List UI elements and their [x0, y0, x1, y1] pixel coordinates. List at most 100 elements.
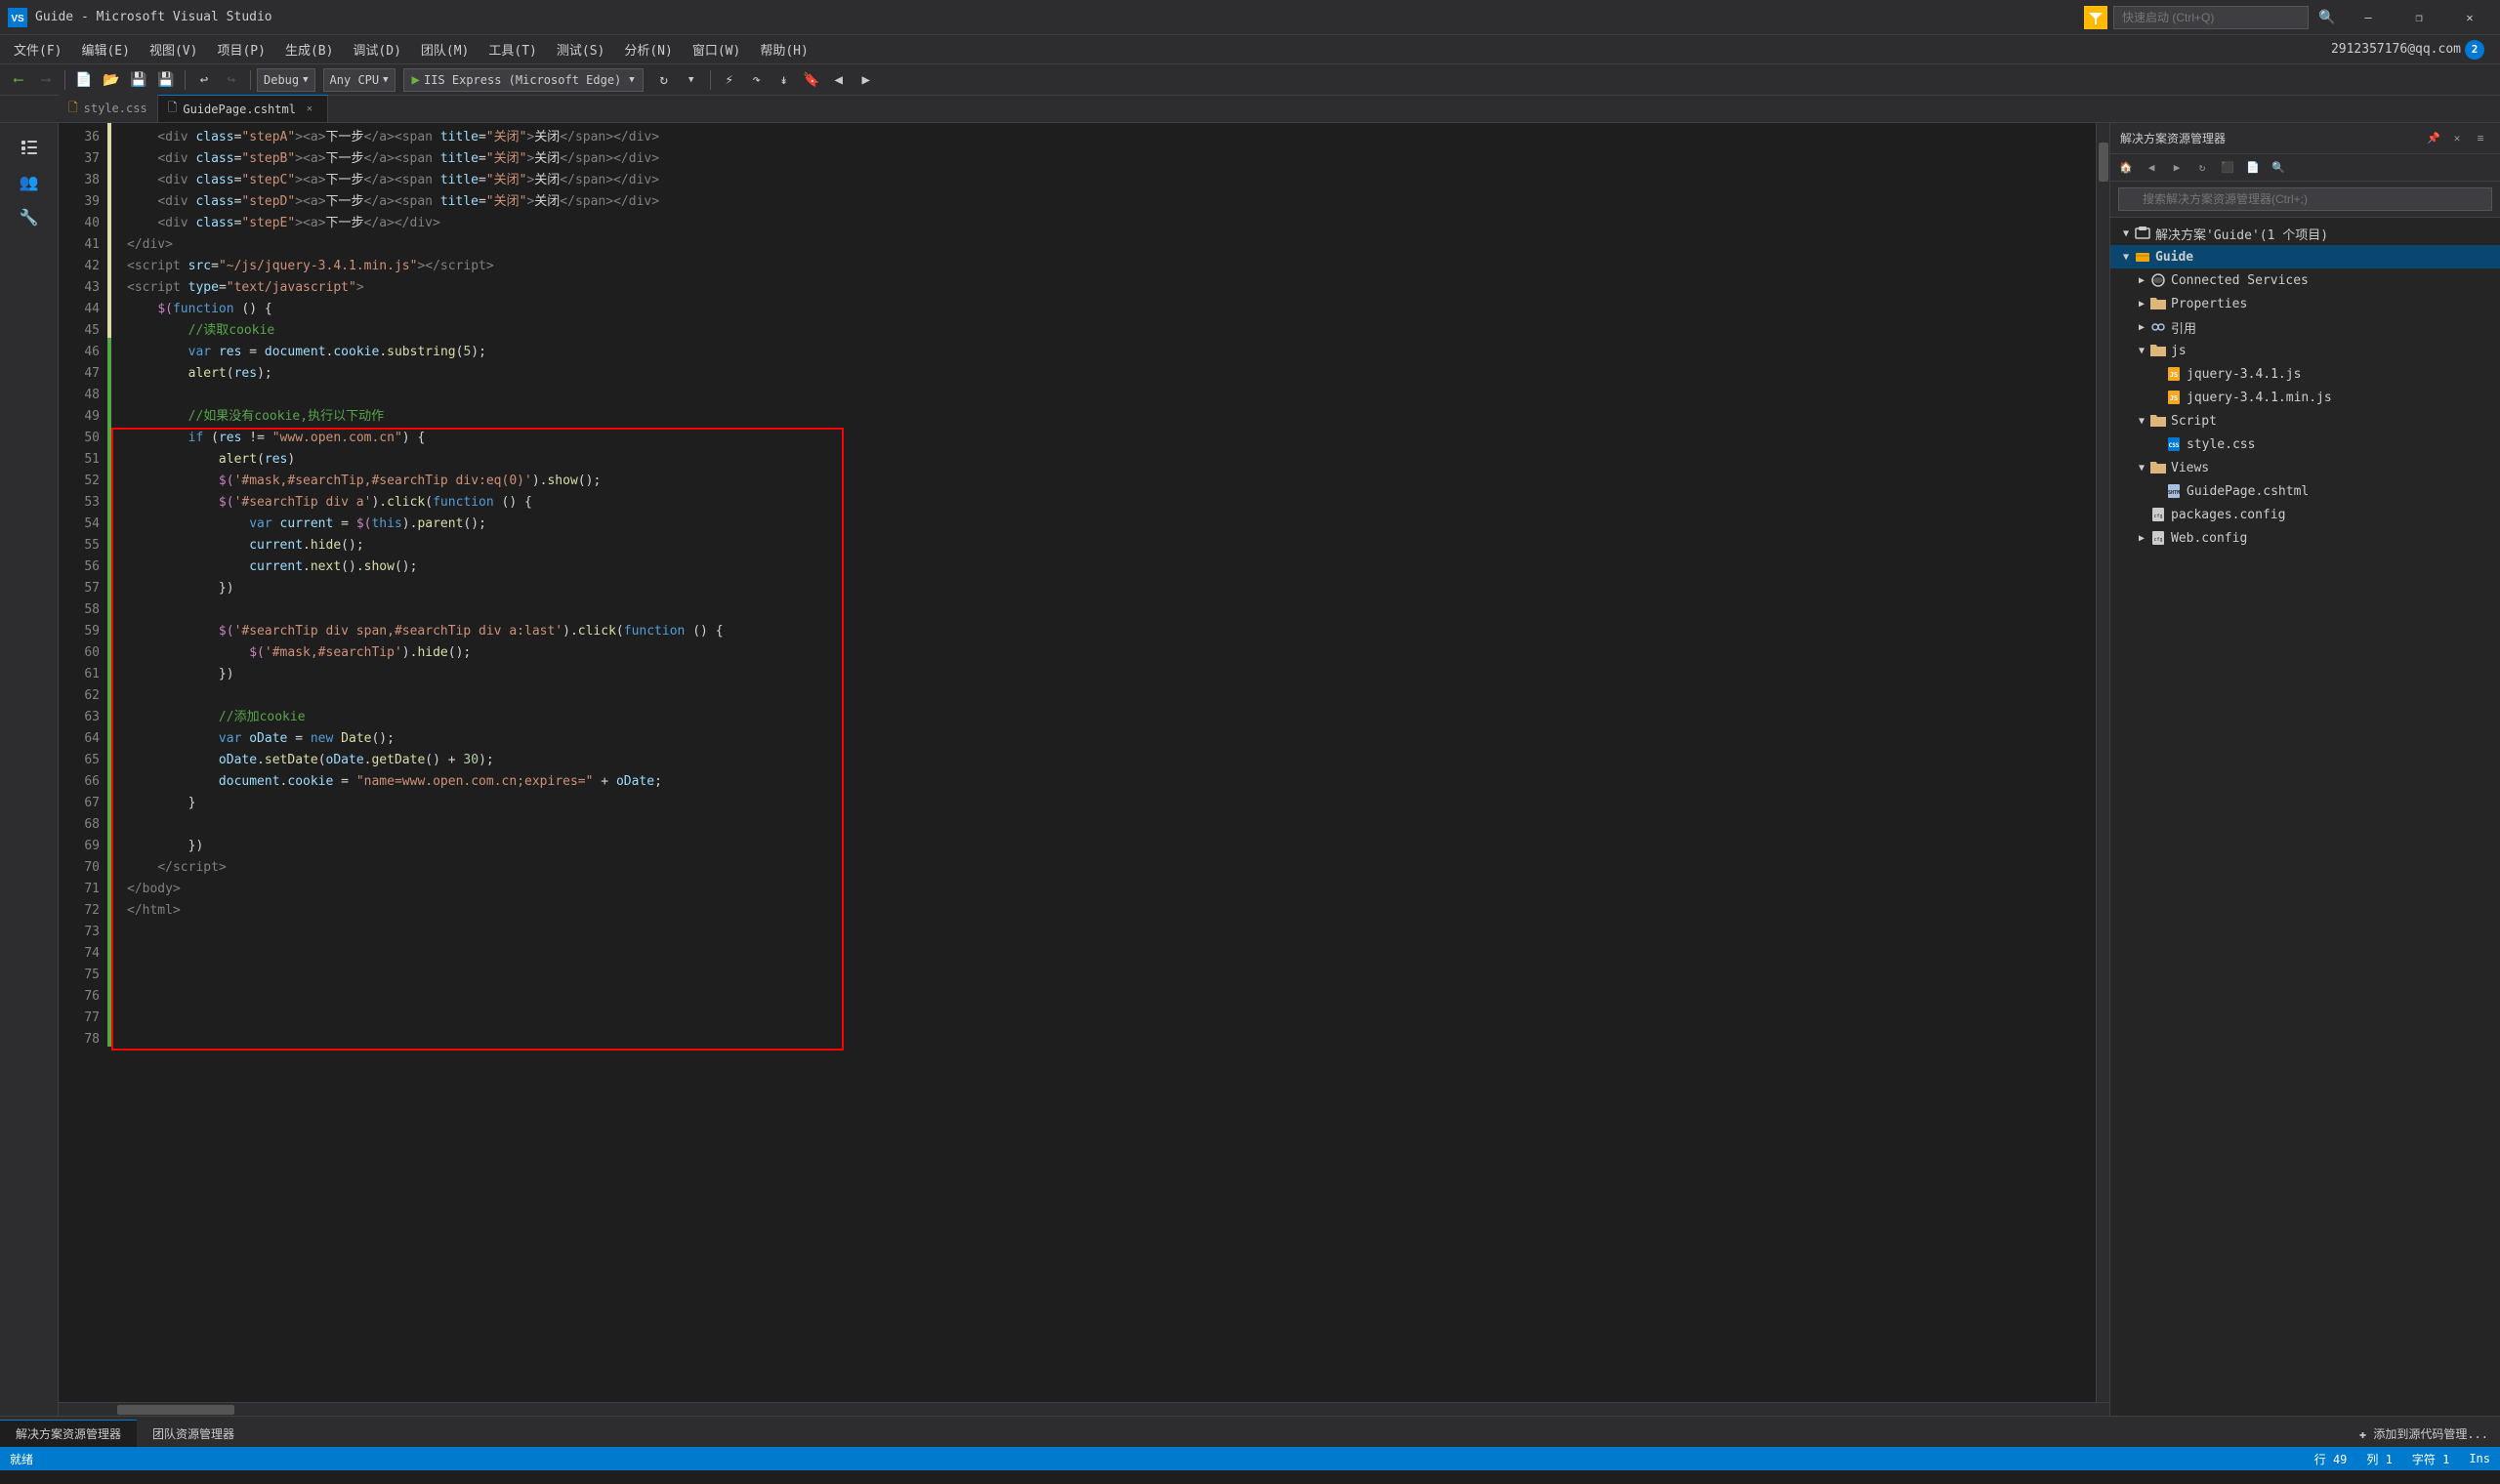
menu-build[interactable]: 生成(B)	[275, 35, 343, 64]
col-indicator: 列 1	[2366, 1451, 2392, 1467]
separator2	[185, 70, 186, 90]
views-folder-arrow: ▼	[2134, 463, 2149, 474]
code-area[interactable]: 36 37 38 39 40 41 42 43 44 45 46 47 48 4…	[59, 123, 2109, 1402]
tree-jquery-min-js[interactable]: ▶ JS jquery-3.4.1.min.js	[2110, 386, 2500, 409]
jquery-min-js-label: jquery-3.4.1.min.js	[2187, 391, 2332, 405]
solution-explorer-title: 解决方案资源管理器	[2120, 130, 2226, 146]
home-icon[interactable]: 🏠	[2114, 156, 2138, 180]
main-layout: 👥 🔧 36 37 38 39 40 41 42 43 44 45 46 47 …	[0, 123, 2500, 1416]
jquery-js-label: jquery-3.4.1.js	[2187, 367, 2301, 382]
tab-guide-page[interactable]: 🗋 GuidePage.cshtml ✕	[158, 95, 328, 122]
undo-icon[interactable]: ↩	[191, 67, 217, 93]
svg-text:CSS: CSS	[2169, 442, 2180, 449]
run-dropdown-arrow: ▼	[629, 75, 634, 85]
attach-icon[interactable]: ⚡	[717, 67, 742, 93]
tree-jquery-js[interactable]: ▶ JS jquery-3.4.1.js	[2110, 362, 2500, 386]
debug-config-dropdown[interactable]: Debug ▼	[257, 68, 315, 92]
horizontal-scrollbar[interactable]	[59, 1402, 2109, 1416]
menu-analyze[interactable]: 分析(N)	[614, 35, 682, 64]
properties-icon[interactable]: 🔧	[14, 201, 45, 232]
menu-tools[interactable]: 工具(T)	[479, 35, 546, 64]
h-scrollbar-thumb[interactable]	[117, 1405, 234, 1415]
tree-js-folder[interactable]: ▼ js	[2110, 339, 2500, 362]
refresh-tree-icon[interactable]: ↻	[2190, 156, 2214, 180]
team-explorer-icon[interactable]: 👥	[14, 166, 45, 197]
redo-icon[interactable]: ↪	[219, 67, 244, 93]
step-over-icon[interactable]: ↷	[744, 67, 770, 93]
solution-explorer-icon[interactable]	[14, 131, 45, 162]
tree-solution[interactable]: ▼ 解决方案'Guide'(1 个项目)	[2110, 222, 2500, 245]
tree-views-folder[interactable]: ▼ Views	[2110, 456, 2500, 479]
dropdown-arrow2: ▼	[383, 75, 388, 85]
panel-tools: 📌 ✕ ≡	[2424, 129, 2490, 148]
refresh-icon[interactable]: ↻	[651, 67, 677, 93]
team-explorer-tab[interactable]: 团队资源管理器	[137, 1420, 250, 1447]
tree-packages-config[interactable]: ▶ cfg packages.config	[2110, 503, 2500, 526]
script-folder-arrow: ▼	[2134, 416, 2149, 427]
add-source-control[interactable]: ✚ 添加到源代码管理...	[2348, 1420, 2500, 1447]
back-icon[interactable]: ⟵	[6, 67, 31, 93]
save-icon[interactable]: 💾	[126, 67, 151, 93]
quick-launch-input[interactable]	[2113, 6, 2309, 29]
tree-connected-services[interactable]: ▶ Connected Services	[2110, 268, 2500, 292]
user-account[interactable]: 2912357176@qq.com 2	[2319, 40, 2496, 60]
prev-bookmark-icon[interactable]: ◀	[826, 67, 852, 93]
web-config-expand: ▶	[2134, 533, 2149, 544]
tree-properties[interactable]: ▶ Properties	[2110, 292, 2500, 315]
tree-references[interactable]: ▶ 引用	[2110, 315, 2500, 339]
packages-config-label: packages.config	[2171, 508, 2285, 522]
pin-icon[interactable]: 📌	[2424, 129, 2443, 148]
menu-file[interactable]: 文件(F)	[4, 35, 71, 64]
run-button[interactable]: ▶ IIS Express (Microsoft Edge) ▼	[403, 68, 644, 92]
menu-team[interactable]: 团队(M)	[411, 35, 479, 64]
restore-button[interactable]: ❐	[2396, 0, 2441, 35]
vertical-scrollbar[interactable]	[2096, 123, 2109, 1402]
cpu-config-dropdown[interactable]: Any CPU ▼	[323, 68, 396, 92]
tab-style-css-icon: 🗋	[68, 99, 78, 119]
menu-window[interactable]: 窗口(W)	[683, 35, 750, 64]
tab-style-css[interactable]: 🗋 style.css	[59, 95, 158, 122]
collapse-icon[interactable]: ⬛	[2216, 156, 2239, 180]
title-bar: VS Guide - Microsoft Visual Studio 🔍 — ❐…	[0, 0, 2500, 35]
solution-explorer-tab[interactable]: 解决方案资源管理器	[0, 1420, 137, 1447]
tree-script-folder[interactable]: ▼ Script	[2110, 409, 2500, 433]
tree-guide-page[interactable]: ▶ CSHTML GuidePage.cshtml	[2110, 479, 2500, 503]
show-files-icon[interactable]: 📄	[2241, 156, 2265, 180]
solution-icon	[2134, 225, 2151, 242]
tree-project[interactable]: ▼ Guide	[2110, 245, 2500, 268]
menu-project[interactable]: 项目(P)	[207, 35, 274, 64]
filter-tree-icon[interactable]: 🔍	[2267, 156, 2290, 180]
open-file-icon[interactable]: 📂	[99, 67, 124, 93]
minimize-button[interactable]: —	[2346, 0, 2391, 35]
tree-style-css[interactable]: ▶ CSS style.css	[2110, 433, 2500, 456]
menu-debug[interactable]: 调试(D)	[343, 35, 410, 64]
bottom-tabs: 解决方案资源管理器 团队资源管理器 ✚ 添加到源代码管理...	[0, 1416, 2500, 1447]
tree-web-config[interactable]: ▶ cfg Web.config	[2110, 526, 2500, 550]
menu-view[interactable]: 视图(V)	[140, 35, 207, 64]
search-icon[interactable]: 🔍	[2314, 5, 2340, 30]
save-all-icon[interactable]: 💾	[153, 67, 179, 93]
step-into-icon[interactable]: ↡	[771, 67, 797, 93]
menu-test[interactable]: 测试(S)	[547, 35, 614, 64]
tab-close-button[interactable]: ✕	[302, 102, 317, 117]
code-content[interactable]: <div class="stepA"><a>下一步</a><span title…	[111, 123, 2096, 1402]
panel-menu-icon[interactable]: ≡	[2471, 129, 2490, 148]
fwd-nav-icon[interactable]: ▶	[2165, 156, 2188, 180]
notification-badge: 2	[2465, 40, 2484, 60]
separator	[64, 70, 65, 90]
back-nav-icon[interactable]: ◀	[2140, 156, 2163, 180]
close-button[interactable]: ✕	[2447, 0, 2492, 35]
new-file-icon[interactable]: 📄	[71, 67, 97, 93]
panel-close-icon[interactable]: ✕	[2447, 129, 2467, 148]
menu-edit[interactable]: 编辑(E)	[71, 35, 139, 64]
refresh-dropdown[interactable]: ▼	[679, 67, 704, 93]
bookmark-icon[interactable]: 🔖	[799, 67, 824, 93]
svg-text:cfg: cfg	[2153, 514, 2162, 519]
style-css-label: style.css	[2187, 437, 2255, 452]
next-bookmark-icon[interactable]: ▶	[854, 67, 879, 93]
forward-icon[interactable]: ⟶	[33, 67, 59, 93]
search-box-input[interactable]	[2118, 187, 2492, 211]
scrollbar-thumb[interactable]	[2099, 143, 2108, 182]
references-label: 引用	[2171, 318, 2196, 337]
menu-help[interactable]: 帮助(H)	[750, 35, 817, 64]
